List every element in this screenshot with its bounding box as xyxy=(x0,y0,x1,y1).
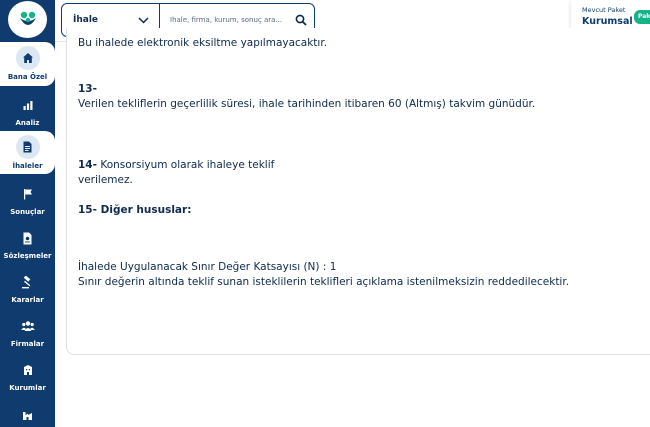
sidebar-item-label: Sözleşmeler xyxy=(3,252,52,260)
sidebar-item-sonuclar[interactable]: Sonuçlar xyxy=(0,183,55,219)
package-badge[interactable]: Paket xyxy=(634,10,650,24)
sidebar-item-label: Kararlar xyxy=(11,296,44,304)
item-13-number: 13- xyxy=(78,83,97,95)
factory-icon xyxy=(17,404,39,426)
sidebar-item-label: İhaleler xyxy=(12,162,43,170)
item-14-number: 14- xyxy=(78,159,97,171)
item-13-text: Verilen tekliflerin geçerlilik süresi, i… xyxy=(78,98,536,110)
search-icon xyxy=(295,14,307,26)
content-card xyxy=(66,28,650,355)
people-icon xyxy=(17,315,39,337)
logo-icon xyxy=(19,11,36,25)
sidebar-item-more[interactable] xyxy=(0,404,55,427)
sidebar-item-label: Analiz xyxy=(15,119,40,127)
sidebar-item-kurumlar[interactable]: Kurumlar xyxy=(0,359,55,395)
document-icon xyxy=(15,135,40,159)
chevron-down-icon xyxy=(138,16,149,24)
sidebar-item-ihaleler[interactable]: İhaleler xyxy=(0,131,55,174)
bar-chart-icon xyxy=(17,94,39,116)
item-14-text: Konsorsiyum olarak ihaleye teklif xyxy=(100,159,275,171)
gavel-icon xyxy=(17,271,39,293)
home-icon xyxy=(15,46,40,70)
sidebar-item-bana-ozel[interactable]: Bana Özel xyxy=(0,42,55,86)
sidebar-item-kararlar[interactable]: Kararlar xyxy=(0,271,55,307)
item-14-text-cont: verilemez. xyxy=(78,174,133,186)
sidebar-item-label: Sonuçlar xyxy=(10,208,45,216)
flag-icon xyxy=(17,183,39,205)
building-icon xyxy=(17,359,39,381)
item-14-line: 14- Konsorsiyum olarak ihaleye teklif xyxy=(78,158,274,173)
sidebar: Bana Özel Analiz İhaleler Sonuçlar Sözle… xyxy=(0,0,55,427)
sidebar-item-label: Kurumlar xyxy=(9,384,46,392)
contract-icon xyxy=(17,227,39,249)
sidebar-item-label: Bana Özel xyxy=(7,73,48,81)
search-category-value: İhale xyxy=(73,15,99,25)
limit-rejection-text: Sınır değerin altında teklif sunan istek… xyxy=(78,276,570,288)
sidebar-item-analiz[interactable]: Analiz xyxy=(0,94,55,130)
text-e-auction: Bu ihalede elektronik eksiltme yapılmaya… xyxy=(78,37,328,49)
limit-coefficient-text: İhalede Uygulanacak Sınır Değer Katsayıs… xyxy=(78,261,337,273)
sidebar-item-sozlesmeler[interactable]: Sözleşmeler xyxy=(0,227,55,263)
app-logo[interactable] xyxy=(8,1,47,38)
item-15-heading: 15- Diğer hususlar: xyxy=(78,204,192,216)
sidebar-item-firmalar[interactable]: Firmalar xyxy=(0,315,55,351)
sidebar-item-label: Firmalar xyxy=(10,340,45,348)
